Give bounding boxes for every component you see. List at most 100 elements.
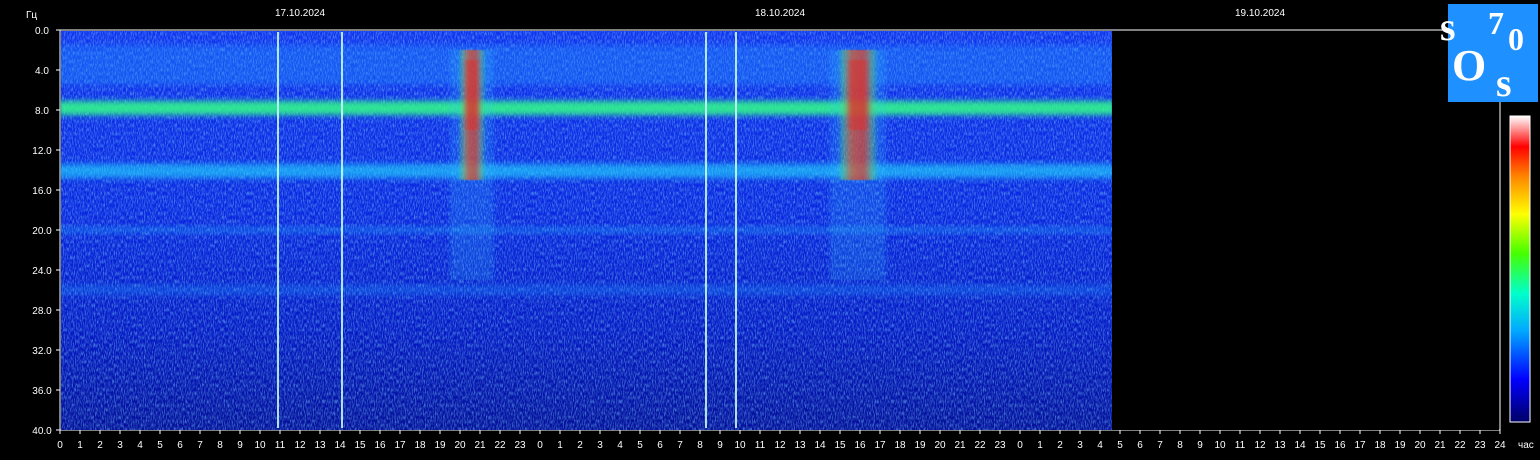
x-tick-label: 11 [275, 440, 286, 451]
x-tick-label: 9 [237, 440, 243, 451]
x-tick-label: 1 [77, 440, 83, 451]
x-tick-label: 9 [717, 440, 723, 451]
x-tick-label: 13 [794, 440, 806, 451]
x-tick-label: 12 [774, 440, 786, 451]
resonance-band [61, 101, 1112, 115]
x-tick-label: 6 [657, 440, 663, 451]
svg-text:0: 0 [1508, 21, 1524, 57]
svg-text:7: 7 [1488, 5, 1504, 41]
x-tick-label: 20 [454, 440, 466, 451]
x-tick-label: 17 [1354, 440, 1366, 451]
x-tick-label: 21 [474, 440, 486, 451]
no-data-region [1112, 31, 1499, 430]
y-tick-label: 12.0 [32, 146, 52, 157]
x-tick-label: 10 [1214, 440, 1226, 451]
y-tick-label: 36.0 [32, 386, 52, 397]
resonance-band [61, 285, 1112, 295]
x-tick-label: 16 [374, 440, 386, 451]
x-tick-label: 13 [1274, 440, 1286, 451]
burst-halo [450, 50, 494, 280]
resonance-band [61, 164, 1112, 178]
y-tick-label: 28.0 [32, 306, 52, 317]
x-tick-label: 7 [197, 440, 203, 451]
x-tick-label: 3 [117, 440, 123, 451]
y-tick-label: 8.0 [35, 106, 49, 117]
x-tick-label: 2 [1057, 440, 1063, 451]
x-tick-label: 18 [894, 440, 906, 451]
y-tick-label: 4.0 [35, 66, 49, 77]
spike-line [705, 32, 707, 428]
x-tick-label: 14 [814, 440, 826, 451]
x-tick-label: 1 [1037, 440, 1043, 451]
colorbar [1509, 115, 1531, 423]
x-tick-label: 0 [1017, 440, 1023, 451]
x-tick-label: 15 [1314, 440, 1326, 451]
x-tick-label: 22 [494, 440, 506, 451]
x-tick-label: 18 [1374, 440, 1386, 451]
x-tick-label: 20 [1414, 440, 1426, 451]
x-tick-label: 18 [414, 440, 426, 451]
y-tick-label: 24.0 [32, 266, 52, 277]
spike-line [277, 32, 279, 428]
x-tick-label: 2 [97, 440, 103, 451]
x-tick-label: 4 [137, 440, 143, 451]
x-tick-label: 7 [1157, 440, 1163, 451]
x-tick-label: 3 [1077, 440, 1083, 451]
y-tick-label: 20.0 [32, 226, 52, 237]
resonance-band [61, 227, 1112, 233]
x-tick-label: 6 [177, 440, 183, 451]
sos70-logo: s 7 0 O s [1440, 4, 1538, 105]
y-tick-label: 16.0 [32, 186, 52, 197]
x-tick-label: 12 [1254, 440, 1266, 451]
x-tick-label: 2 [577, 440, 583, 451]
x-ticks: 0 1 2 3 4 5 6 7 8 9 10 11 12 13 14 15 16 17 18 19 20 21 22 23 0 1… [57, 430, 1506, 451]
burst-halo [830, 50, 886, 280]
x-axis-unit: час [1518, 440, 1534, 451]
spectrogram-chart: Гц час 0.0 4.0 8.0 12.0 16.0 20.0 24.0 28.0 32.0… [26, 4, 1538, 451]
x-tick-label: 17 [874, 440, 886, 451]
x-tick-label: 14 [334, 440, 346, 451]
x-tick-label: 16 [1334, 440, 1346, 451]
x-tick-label: 23 [1474, 440, 1486, 451]
x-tick-label: 9 [1197, 440, 1203, 451]
y-tick-label: 0.0 [35, 26, 49, 37]
spike-line [341, 32, 343, 428]
x-tick-label: 4 [1097, 440, 1103, 451]
x-tick-label: 12 [294, 440, 306, 451]
x-tick-label: 17 [394, 440, 406, 451]
x-tick-label: 10 [254, 440, 266, 451]
svg-text:O: O [1452, 41, 1486, 90]
svg-text:s: s [1496, 60, 1512, 105]
date-label: 17.10.2024 [275, 8, 325, 19]
x-tick-label: 3 [597, 440, 603, 451]
x-tick-label: 0 [57, 440, 63, 451]
date-labels: 17.10.2024 18.10.2024 19.10.2024 [275, 8, 1285, 19]
x-tick-label: 0 [537, 440, 543, 451]
x-tick-label: 5 [1117, 440, 1123, 451]
x-tick-label: 20 [934, 440, 946, 451]
date-label: 18.10.2024 [755, 8, 805, 19]
x-tick-label: 24 [1494, 440, 1506, 451]
x-tick-label: 19 [914, 440, 926, 451]
x-tick-label: 13 [314, 440, 326, 451]
x-tick-label: 11 [755, 440, 766, 451]
x-tick-label: 16 [854, 440, 866, 451]
x-tick-label: 8 [697, 440, 703, 451]
x-tick-label: 14 [1294, 440, 1306, 451]
x-tick-label: 5 [637, 440, 643, 451]
x-tick-label: 19 [1394, 440, 1406, 451]
y-tick-label: 32.0 [32, 346, 52, 357]
x-tick-label: 10 [734, 440, 746, 451]
x-tick-label: 5 [157, 440, 163, 451]
x-tick-label: 21 [1434, 440, 1446, 451]
x-tick-label: 22 [974, 440, 986, 451]
x-tick-label: 6 [1137, 440, 1143, 451]
upper-band [61, 45, 1112, 85]
x-tick-label: 15 [834, 440, 846, 451]
spectrogram-area [61, 31, 1499, 430]
x-tick-label: 8 [217, 440, 223, 451]
y-ticks: 0.0 4.0 8.0 12.0 16.0 20.0 24.0 28.0 32.0 36.0 40.… [32, 26, 60, 437]
x-tick-label: 8 [1177, 440, 1183, 451]
x-tick-label: 4 [617, 440, 623, 451]
x-tick-label: 11 [1235, 440, 1246, 451]
